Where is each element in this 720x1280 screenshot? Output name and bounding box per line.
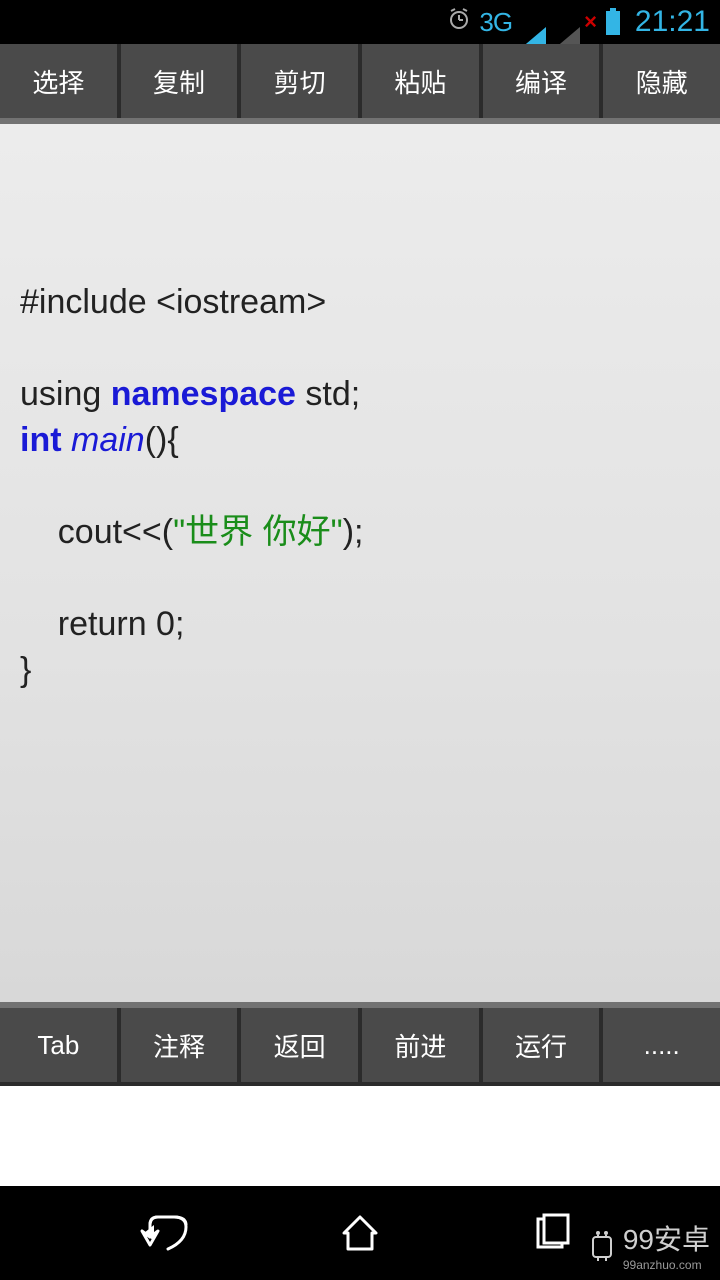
code-string: "世界 你好" xyxy=(173,513,343,551)
compile-button[interactable]: 编译 xyxy=(483,44,600,118)
code-text: std; xyxy=(296,375,360,413)
system-navbar: 99安卓 99anzhuo.com xyxy=(0,1186,720,1280)
bottom-toolbar: Tab 注释 返回 前进 运行 ..... xyxy=(0,1008,720,1082)
blank-area xyxy=(0,1086,720,1186)
code-editor[interactable]: #include <iostream> using namespace std;… xyxy=(0,124,720,1002)
battery-icon xyxy=(605,8,621,36)
signal-icon-2: 2 xyxy=(554,0,580,49)
editor-forward-button[interactable]: 前进 xyxy=(362,1008,479,1082)
signal-icon: 1 xyxy=(520,0,546,49)
cut-button[interactable]: 剪切 xyxy=(241,44,358,118)
top-toolbar: 选择 复制 剪切 粘贴 编译 隐藏 xyxy=(0,44,720,118)
status-bar: 3G 1 2 × 21:21 xyxy=(0,0,720,44)
watermark-icon xyxy=(587,1227,617,1263)
code-text: #include <iostream> xyxy=(20,283,326,321)
code-text: return 0; xyxy=(20,605,184,643)
code-text xyxy=(62,421,71,459)
network-type-label: 3G xyxy=(479,7,512,38)
nav-home-button[interactable] xyxy=(280,1186,440,1280)
watermark-brand: 99安卓 xyxy=(623,1218,710,1258)
code-function: main xyxy=(71,421,145,459)
code-text: (){ xyxy=(145,421,179,459)
watermark-url: 99anzhuo.com xyxy=(623,1258,710,1272)
code-keyword: namespace xyxy=(111,375,296,413)
copy-button[interactable]: 复制 xyxy=(121,44,238,118)
code-text: ); xyxy=(343,513,364,551)
hide-button[interactable]: 隐藏 xyxy=(603,44,720,118)
sim-disabled-icon: × xyxy=(584,9,597,35)
watermark: 99安卓 99anzhuo.com xyxy=(587,1218,710,1272)
tab-button[interactable]: Tab xyxy=(0,1008,117,1082)
code-text: cout<<( xyxy=(20,513,173,551)
code-text: } xyxy=(20,651,31,689)
run-button[interactable]: 运行 xyxy=(483,1008,600,1082)
comment-button[interactable]: 注释 xyxy=(121,1008,238,1082)
editor-back-button[interactable]: 返回 xyxy=(241,1008,358,1082)
code-text: using xyxy=(20,375,111,413)
select-button[interactable]: 选择 xyxy=(0,44,117,118)
alarm-icon xyxy=(447,7,471,37)
paste-button[interactable]: 粘贴 xyxy=(362,44,479,118)
nav-back-button[interactable] xyxy=(88,1186,248,1280)
clock-label: 21:21 xyxy=(635,5,710,39)
more-button[interactable]: ..... xyxy=(603,1008,720,1082)
code-keyword: int xyxy=(20,421,62,459)
